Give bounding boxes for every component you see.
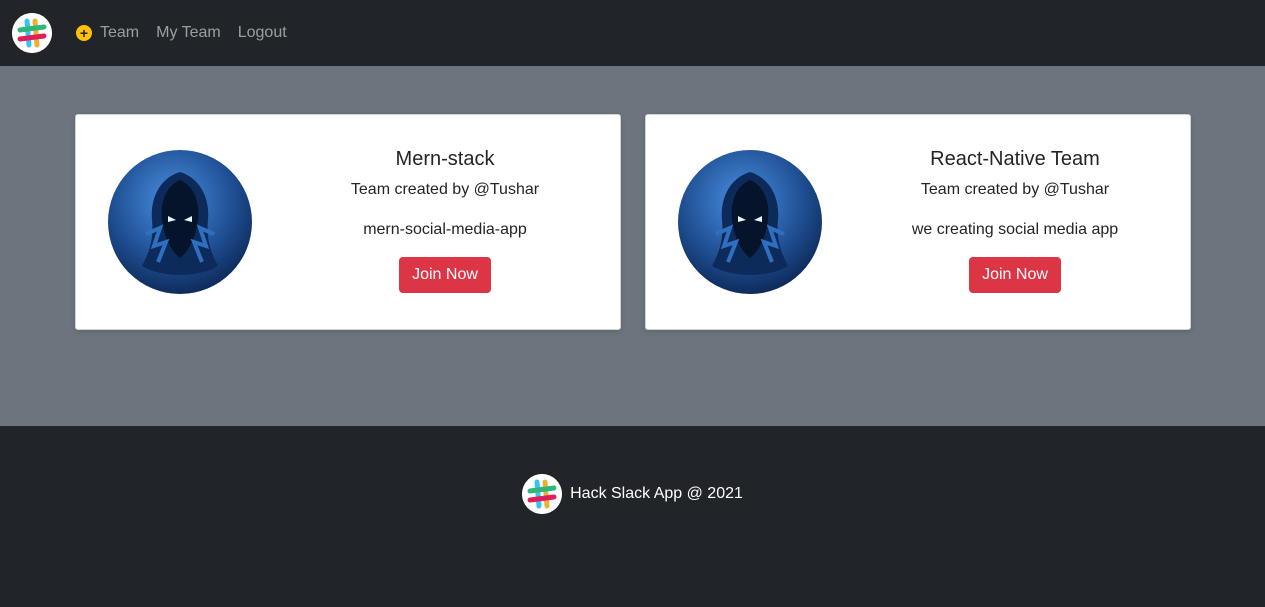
- slack-logo-icon: [522, 474, 563, 514]
- nav-item-label: My Team: [156, 24, 221, 41]
- footer-content: Hack Slack App @ 2021: [522, 474, 743, 514]
- nav-item-team[interactable]: + Team: [76, 24, 139, 42]
- slack-logo-icon[interactable]: [12, 13, 52, 53]
- nav-item-label: Team: [100, 24, 140, 41]
- team-creator: Team created by @Tushar: [350, 180, 540, 198]
- team-avatar: [678, 150, 822, 294]
- nav-item-label: Logout: [237, 24, 287, 41]
- main-content: Mern-stack Team created by @Tushar mern-…: [0, 66, 1265, 426]
- hooded-figure-avatar-icon: [108, 150, 252, 294]
- team-card: Mern-stack Team created by @Tushar mern-…: [75, 114, 621, 330]
- join-now-button[interactable]: Join Now: [969, 256, 1061, 293]
- team-avatar: [108, 150, 252, 294]
- team-description: we creating social media app: [911, 220, 1119, 238]
- team-name: React-Native Team: [930, 147, 1100, 170]
- team-description: mern-social-media-app: [363, 220, 527, 238]
- join-now-button[interactable]: Join Now: [399, 256, 491, 293]
- team-card: React-Native Team Team created by @Tusha…: [645, 114, 1191, 330]
- team-card-body: Mern-stack Team created by @Tushar mern-…: [252, 148, 620, 293]
- nav-item-my-team[interactable]: My Team: [156, 24, 221, 42]
- hooded-figure-avatar-icon: [678, 150, 822, 294]
- team-card-list: Mern-stack Team created by @Tushar mern-…: [75, 114, 1265, 330]
- team-card-body: React-Native Team Team created by @Tusha…: [822, 148, 1190, 293]
- footer-text: Hack Slack App @ 2021: [570, 485, 743, 502]
- plus-circle-icon: +: [76, 25, 92, 41]
- team-name: Mern-stack: [395, 147, 495, 170]
- nav-links: + Team My Team Logout: [76, 24, 304, 42]
- navbar: + Team My Team Logout: [0, 0, 1265, 66]
- nav-item-logout[interactable]: Logout: [238, 24, 287, 42]
- team-creator: Team created by @Tushar: [920, 180, 1110, 198]
- footer: Hack Slack App @ 2021: [0, 426, 1265, 607]
